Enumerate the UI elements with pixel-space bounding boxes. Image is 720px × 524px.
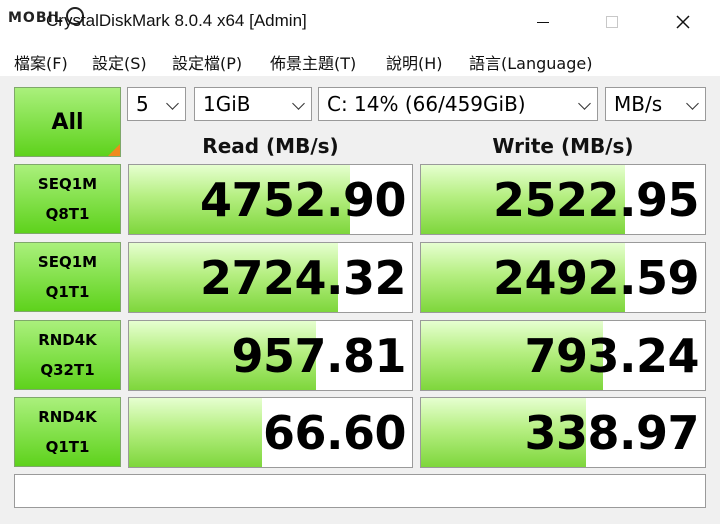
read-value: 4752.90 xyxy=(199,173,407,227)
read-value: 957.81 xyxy=(231,329,406,383)
test-queue-label: Q1T1 xyxy=(45,283,90,301)
test-count-select[interactable]: 5 xyxy=(127,87,186,121)
chevron-down-icon xyxy=(686,97,699,110)
menu-settings[interactable]: 設定(S) xyxy=(92,50,147,74)
window-title: CrystalDiskMark 8.0.4 x64 [Admin] xyxy=(46,11,307,30)
read-column-header: Read (MB/s) xyxy=(202,134,339,158)
menu-bar: 檔案(F) 設定(S) 設定檔(P) 佈景主題(T) 說明(H) 語言(Lang… xyxy=(0,44,720,76)
write-column-header: Write (MB/s) xyxy=(492,134,634,158)
title-bar: MOBIL CrystalDiskMark 8.0.4 x64 [Admin] xyxy=(0,0,720,44)
menu-theme[interactable]: 佈景主題(T) xyxy=(270,50,356,74)
close-icon xyxy=(676,15,690,29)
test-button-seq1m-q8t1[interactable]: SEQ1M Q8T1 xyxy=(14,164,121,234)
menu-help[interactable]: 說明(H) xyxy=(386,50,443,74)
read-result: 4752.90 xyxy=(128,164,413,235)
test-type-label: RND4K xyxy=(38,331,97,349)
menu-profile[interactable]: 設定檔(P) xyxy=(172,50,242,74)
maximize-icon xyxy=(606,16,618,28)
maximize-button[interactable] xyxy=(589,6,635,38)
test-queue-label: Q8T1 xyxy=(45,205,90,223)
test-button-seq1m-q1t1[interactable]: SEQ1M Q1T1 xyxy=(14,242,121,312)
corner-marker xyxy=(108,144,120,156)
chevron-down-icon xyxy=(292,97,305,110)
minimize-button[interactable] xyxy=(520,6,566,38)
test-queue-label: Q1T1 xyxy=(45,438,90,456)
write-result: 793.24 xyxy=(420,320,706,391)
read-value: 66.60 xyxy=(262,406,407,460)
close-button[interactable] xyxy=(660,6,706,38)
write-result: 338.97 xyxy=(420,397,706,468)
test-size-select[interactable]: 1GiB xyxy=(194,87,312,121)
write-value: 793.24 xyxy=(524,329,699,383)
chevron-down-icon xyxy=(578,97,591,110)
drive-select[interactable]: C: 14% (66/459GiB) xyxy=(318,87,598,121)
read-result: 66.60 xyxy=(128,397,413,468)
write-result: 2522.95 xyxy=(420,164,706,235)
test-type-label: RND4K xyxy=(38,408,97,426)
all-button-label: All xyxy=(51,109,84,135)
read-value: 2724.32 xyxy=(199,251,407,305)
write-value: 2522.95 xyxy=(492,173,700,227)
unit-select[interactable]: MB/s xyxy=(605,87,706,121)
chevron-down-icon xyxy=(166,97,179,110)
test-button-rnd4k-q1t1[interactable]: RND4K Q1T1 xyxy=(14,397,121,467)
test-type-label: SEQ1M xyxy=(37,175,98,193)
test-size-value: 1GiB xyxy=(203,92,251,116)
test-type-label: SEQ1M xyxy=(37,253,98,271)
drive-value: C: 14% (66/459GiB) xyxy=(327,92,526,116)
write-result: 2492.59 xyxy=(420,242,706,313)
unit-value: MB/s xyxy=(614,92,663,116)
read-result: 2724.32 xyxy=(128,242,413,313)
all-button[interactable]: All xyxy=(14,87,121,157)
read-progress-bar xyxy=(129,398,262,467)
write-value: 2492.59 xyxy=(492,251,700,305)
comment-field[interactable] xyxy=(14,474,706,508)
read-result: 957.81 xyxy=(128,320,413,391)
test-queue-label: Q32T1 xyxy=(40,361,95,379)
menu-language[interactable]: 語言(Language) xyxy=(469,50,592,74)
write-value: 338.97 xyxy=(524,406,699,460)
test-button-rnd4k-q32t1[interactable]: RND4K Q32T1 xyxy=(14,320,121,390)
test-count-value: 5 xyxy=(136,92,149,116)
menu-file[interactable]: 檔案(F) xyxy=(14,50,68,74)
minimize-icon xyxy=(537,21,549,23)
